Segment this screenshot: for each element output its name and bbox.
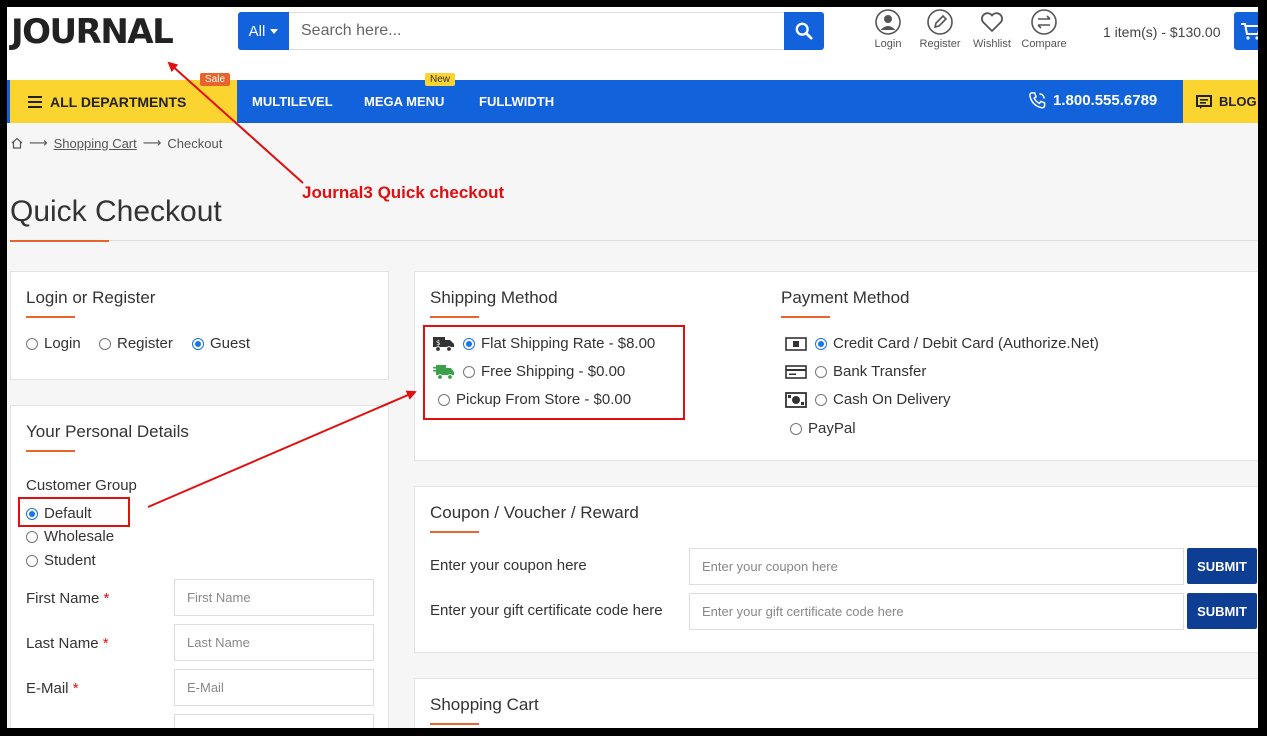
arrow-to-logo <box>167 61 304 184</box>
browser-viewport: JOURNAL All Login Register Wishlist <box>7 7 1258 728</box>
arrow-to-shipping <box>147 390 417 508</box>
annotation-arrows <box>147 61 417 508</box>
